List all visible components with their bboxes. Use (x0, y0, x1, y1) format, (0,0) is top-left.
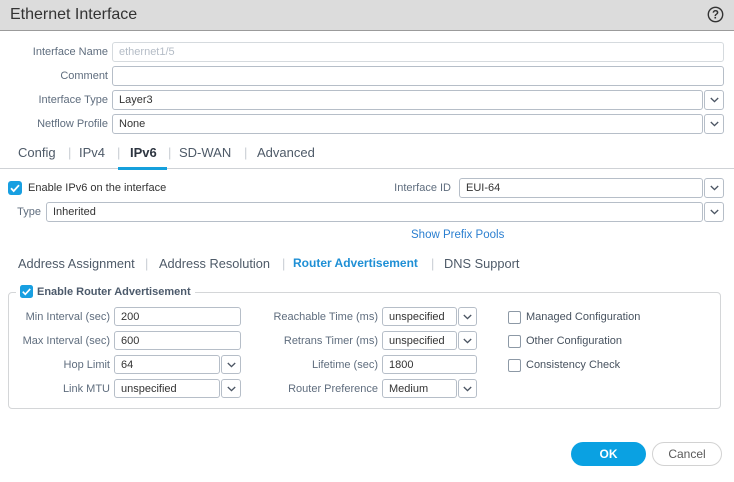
svg-text:?: ? (712, 10, 719, 22)
